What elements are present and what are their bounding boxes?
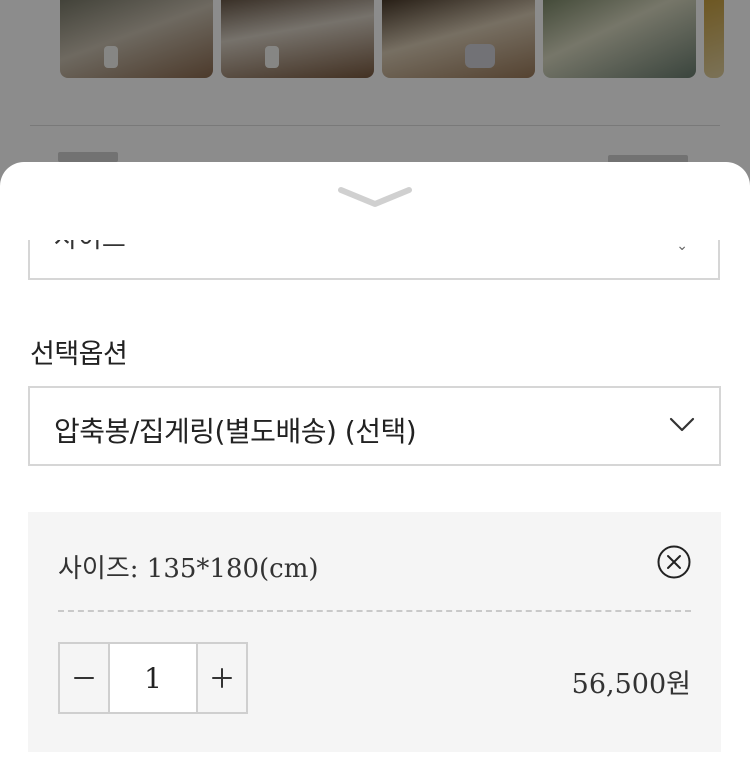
- option-select-dropdown[interactable]: 압축봉/집게링(별도배송) (선택): [28, 386, 721, 466]
- increase-quantity-button[interactable]: [198, 644, 246, 712]
- chevron-down-icon: [669, 414, 695, 438]
- selected-option-item: 사이즈: 135*180(cm) 1 56,500원: [28, 512, 721, 752]
- size-select-field[interactable]: 사이즈 ⌄: [28, 240, 720, 280]
- plus-icon: [212, 668, 232, 688]
- section-title: 선택옵션: [30, 339, 128, 370]
- quantity-input[interactable]: 1: [108, 644, 198, 712]
- size-select-label: 사이즈: [54, 240, 126, 255]
- quantity-stepper: 1: [58, 642, 248, 714]
- item-price: 56,500원: [571, 669, 691, 700]
- dashed-divider: [58, 610, 691, 612]
- minus-icon: [74, 677, 94, 679]
- option-select-value: 압축봉/집게링(별도배송) (선택): [54, 415, 417, 448]
- chevron-down-icon: ⌄: [676, 240, 688, 254]
- chevron-down-icon: [338, 187, 412, 207]
- remove-option-button[interactable]: [657, 545, 691, 579]
- collapse-sheet-button[interactable]: [337, 184, 413, 210]
- close-circle-icon: [657, 545, 691, 579]
- option-bottom-sheet: 사이즈 ⌄ 선택옵션 압축봉/집게링(별도배송) (선택) 사이즈: 135*1…: [0, 162, 750, 762]
- selected-option-name: 사이즈: 135*180(cm): [58, 554, 319, 584]
- decrease-quantity-button[interactable]: [60, 644, 108, 712]
